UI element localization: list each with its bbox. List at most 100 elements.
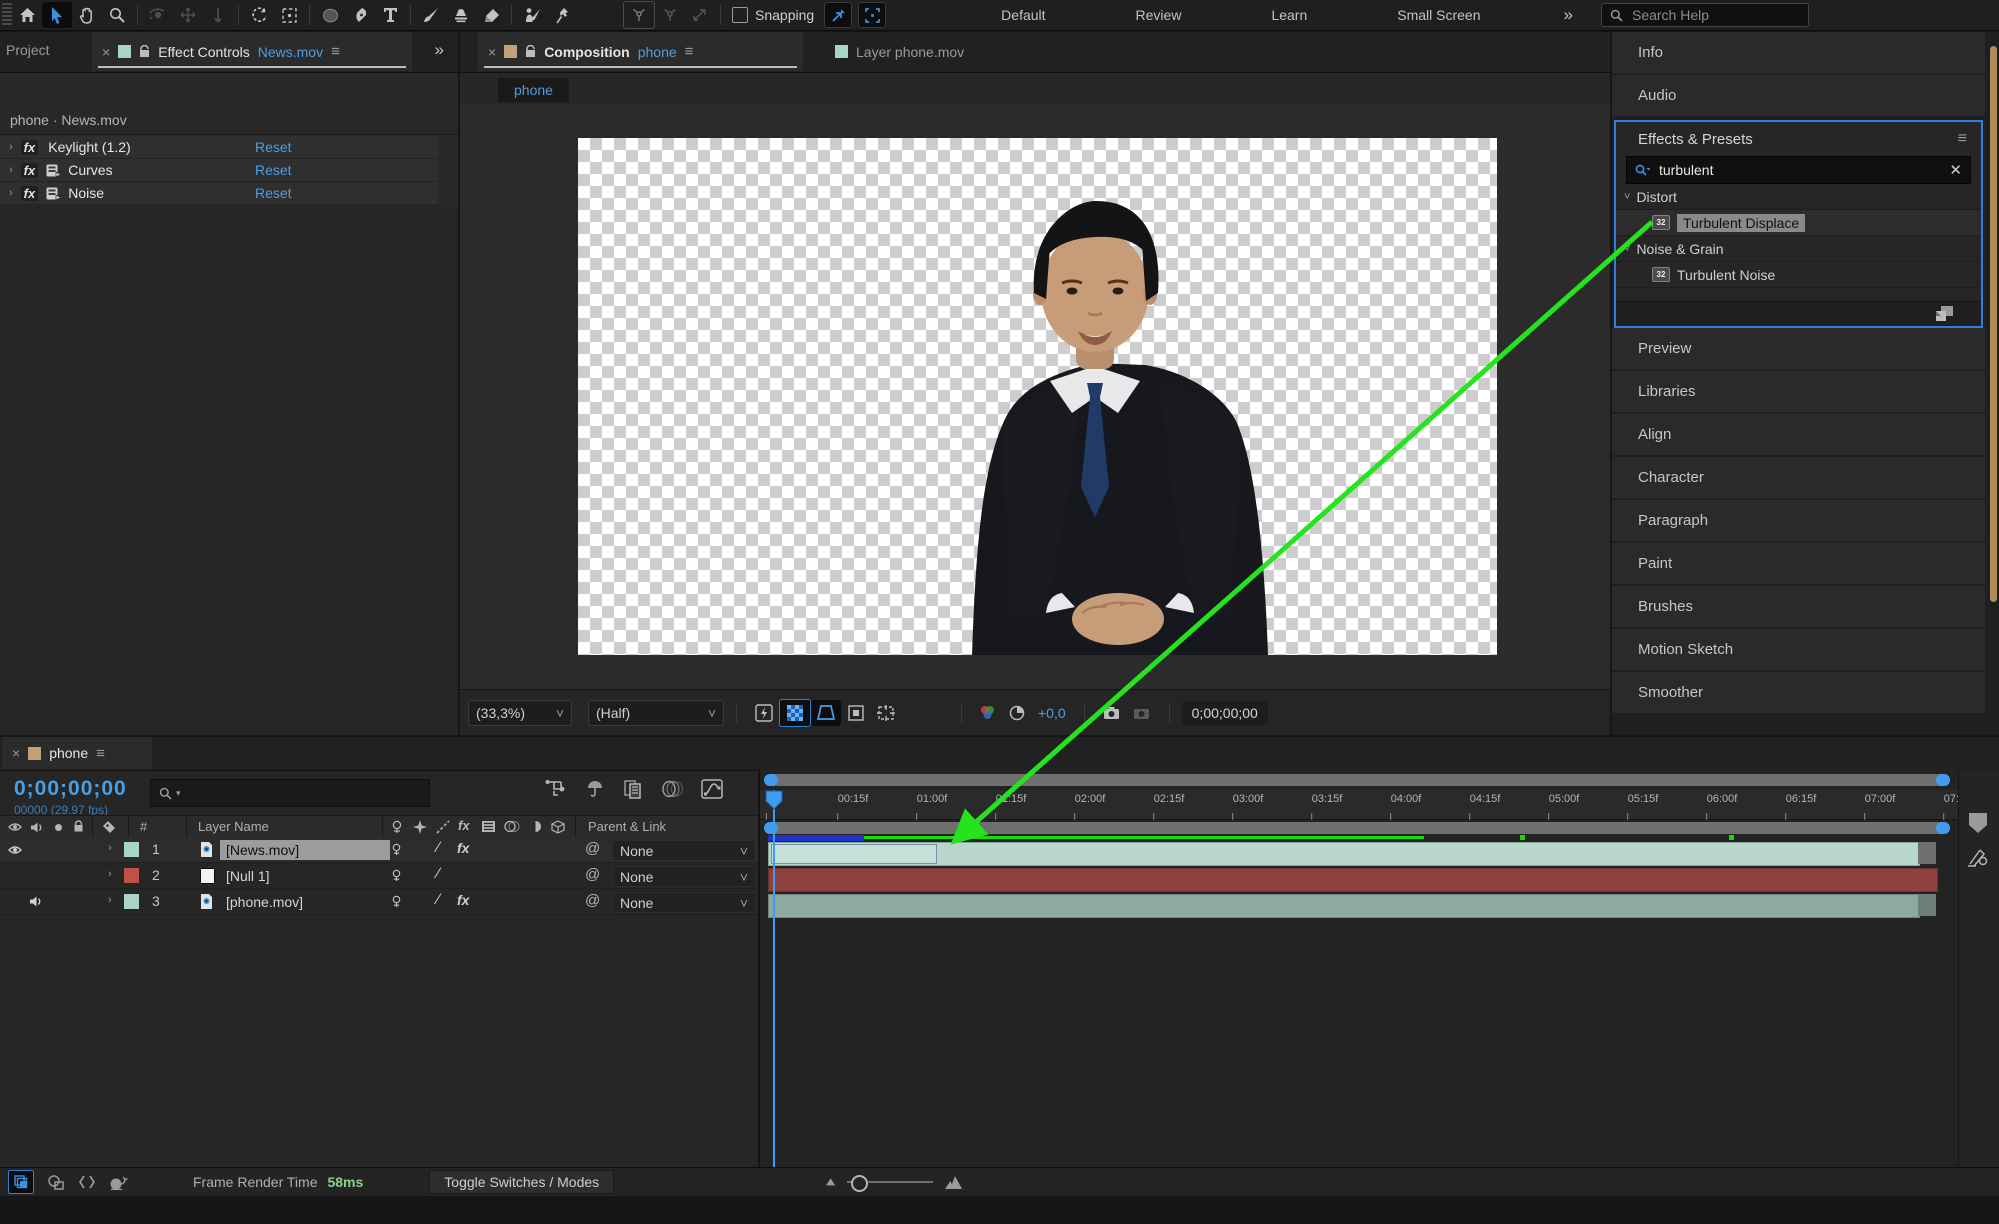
brackets-icon[interactable] <box>79 1175 95 1189</box>
reset-link[interactable]: Reset <box>255 185 292 201</box>
speaker-icon[interactable] <box>29 895 42 908</box>
frame-blending-icon[interactable] <box>623 779 643 799</box>
composition-crumb-chip[interactable]: phone <box>498 78 569 102</box>
puppet-pin-tool[interactable] <box>547 2 577 28</box>
quality-switch-icon[interactable]: ∕ <box>437 891 440 908</box>
unlock-icon[interactable] <box>525 45 536 58</box>
rotation-tool[interactable] <box>244 2 274 28</box>
dolly-towards-cursor-tool[interactable] <box>685 2 715 28</box>
comp-marker-bin-icon[interactable] <box>1967 812 1989 834</box>
parent-pick-whip-icon[interactable]: @ <box>585 892 600 909</box>
preview-timecode-box[interactable]: 0;00;00;00 <box>1182 701 1268 725</box>
comp-button-icon[interactable] <box>1966 848 1990 868</box>
panel-bar[interactable]: Audio <box>1612 75 1985 116</box>
frame-blend-column-icon[interactable] <box>481 820 496 833</box>
layer-bar-news[interactable] <box>768 842 1920 866</box>
layer-bar-selection-box[interactable] <box>771 844 937 864</box>
label-swatch-tan[interactable] <box>504 45 517 58</box>
timeline-current-time[interactable]: 0;00;00;00 <box>14 777 127 801</box>
pan-behind-tool[interactable] <box>274 2 304 28</box>
layer-name[interactable]: [phone.mov] <box>220 892 309 912</box>
layer-bar-null[interactable] <box>768 868 1938 892</box>
tab-overflow-chevron[interactable]: » <box>435 40 444 60</box>
quality-column-icon[interactable] <box>436 820 450 834</box>
effect-row-noise[interactable]: › fx Noise Reset <box>0 182 438 205</box>
layer-name[interactable]: [News.mov] <box>220 840 390 860</box>
workspace-tab[interactable]: Learn <box>1226 7 1352 23</box>
category-distort[interactable]: ˅ Distort <box>1616 184 1981 210</box>
solo-column-icon[interactable] <box>55 824 62 831</box>
video-column-eye-icon[interactable] <box>8 822 22 832</box>
snapping-checkbox[interactable] <box>732 7 748 23</box>
layer-row-news[interactable]: › 1 [News.mov] ∕ fx @ None˅ <box>0 838 758 863</box>
channel-button[interactable] <box>972 700 1002 726</box>
clear-search-icon[interactable]: ✕ <box>1949 161 1962 179</box>
expand-chevron-icon[interactable]: › <box>108 894 112 906</box>
panel-menu-icon[interactable]: ≡ <box>685 43 694 60</box>
panel-bar[interactable]: Character <box>1612 457 1985 498</box>
label-column-tag-icon[interactable] <box>102 820 117 835</box>
motion-blur-icon[interactable] <box>661 780 683 798</box>
effect-row-curves[interactable]: › fx Curves Reset <box>0 159 438 182</box>
unlock-icon[interactable] <box>139 45 150 58</box>
region-of-interest-button[interactable] <box>841 700 871 726</box>
panel-bar[interactable]: Preview <box>1612 328 1985 369</box>
playhead-line[interactable] <box>773 790 775 1168</box>
toggle-switches-modes-button[interactable]: Toggle Switches / Modes <box>429 1170 614 1194</box>
exposure-value[interactable]: +0,0 <box>1038 705 1066 721</box>
panel-drag-handle[interactable] <box>2 3 12 27</box>
cube-3d-column-icon[interactable] <box>551 820 565 834</box>
adjustment-column-icon[interactable] <box>529 820 542 833</box>
column-parent-link[interactable]: Parent & Link <box>588 819 666 834</box>
motion-blur-column-icon[interactable] <box>504 820 520 833</box>
close-icon[interactable]: × <box>488 44 496 60</box>
effects-presets-search[interactable]: turbulent ✕ <box>1626 156 1971 184</box>
orbit-camera-tool[interactable] <box>143 2 173 28</box>
search-help-box[interactable]: Search Help <box>1601 3 1809 27</box>
shy-switch-icon[interactable] <box>390 895 403 908</box>
reset-link[interactable]: Reset <box>255 139 292 155</box>
hand-tool[interactable] <box>72 2 102 28</box>
tab-composition[interactable]: × Composition phone ≡ <box>478 32 803 71</box>
fx-switch-icon[interactable]: fx <box>457 892 469 908</box>
exposure-reset-icon[interactable] <box>1002 700 1032 726</box>
zoom-out-mountain-icon[interactable] <box>824 1177 837 1187</box>
tab-project[interactable]: Project <box>6 42 50 58</box>
panel-bar[interactable]: Paint <box>1612 543 1985 584</box>
parent-dropdown[interactable]: None˅ <box>612 892 756 913</box>
parent-pick-whip-icon[interactable]: @ <box>585 866 600 883</box>
orbit-around-cursor-tool[interactable] <box>623 1 655 29</box>
mask-visibility-button[interactable] <box>811 700 841 726</box>
composition-mini-flowchart-icon[interactable] <box>545 779 567 799</box>
panel-menu-icon[interactable]: ≡ <box>331 43 340 60</box>
zoom-slider-knob[interactable] <box>851 1175 868 1192</box>
playhead-head[interactable] <box>765 790 783 810</box>
live-update-button[interactable] <box>8 1170 34 1194</box>
panel-bar[interactable]: Paragraph <box>1612 500 1985 541</box>
lock-column-icon[interactable] <box>73 820 84 833</box>
panel-bar[interactable]: Motion Sketch <box>1612 629 1985 670</box>
draft-shapes-icon[interactable] <box>48 1175 65 1190</box>
work-area-start-handle[interactable] <box>764 822 778 834</box>
audio-column-speaker-icon[interactable] <box>30 821 43 834</box>
collapse-column-icon[interactable] <box>413 820 427 834</box>
layer-row-null[interactable]: › 2 [Null 1] ∕ @ None˅ <box>0 864 758 889</box>
workspace-tab[interactable]: Default <box>956 7 1090 23</box>
tab-layer-phone[interactable]: Layer phone.mov <box>825 32 1035 71</box>
panel-bar[interactable]: Info <box>1612 32 1985 73</box>
category-noise-grain[interactable]: ˅ Noise & Grain <box>1616 236 1981 262</box>
eraser-tool[interactable] <box>476 2 506 28</box>
pan-under-cursor-tool[interactable] <box>655 2 685 28</box>
scrollbar-right-cap[interactable] <box>1936 774 1950 786</box>
shy-switch-icon[interactable] <box>390 869 403 882</box>
workspace-overflow-chevron[interactable]: » <box>1564 5 1573 25</box>
new-preset-icon[interactable] <box>1936 306 1953 321</box>
effect-row-keylight[interactable]: › fx Keylight (1.2) Reset <box>0 136 438 159</box>
panel-bar[interactable]: Brushes <box>1612 586 1985 627</box>
layer-name[interactable]: [Null 1] <box>220 866 276 886</box>
right-scrollbar[interactable] <box>1990 46 1997 602</box>
dolly-camera-tool[interactable] <box>203 2 233 28</box>
selection-tool[interactable] <box>42 2 72 28</box>
layer-row-phone[interactable]: › 3 [phone.mov] ∕ fx @ None˅ <box>0 890 758 915</box>
layer-label-swatch[interactable] <box>124 868 139 883</box>
